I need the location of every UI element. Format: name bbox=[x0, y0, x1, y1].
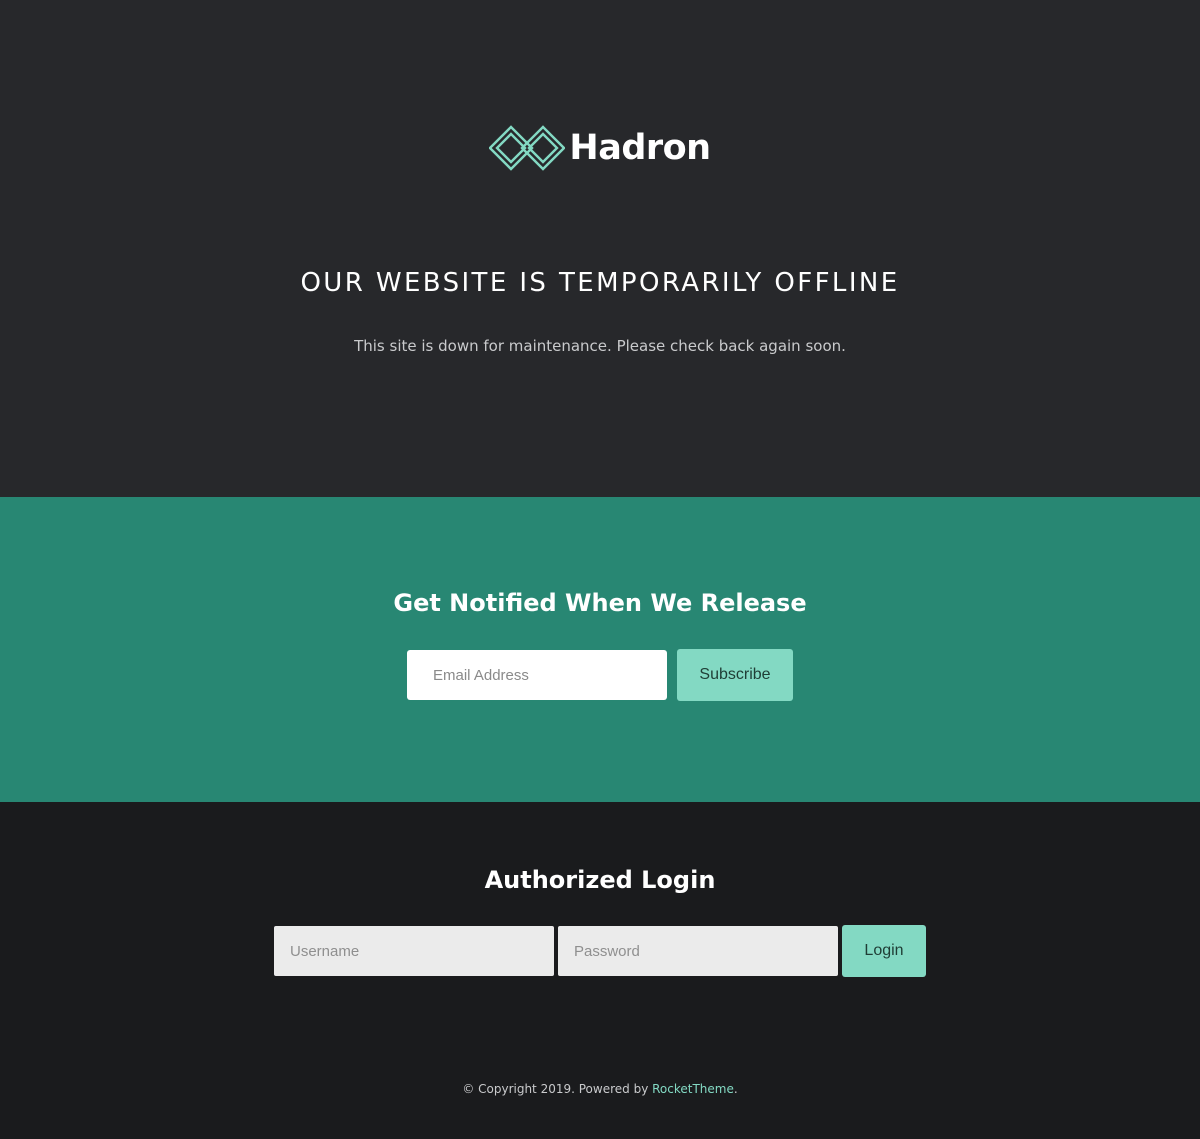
page-headline: OUR WEBSITE IS TEMPORARILY OFFLINE bbox=[300, 268, 900, 298]
subscribe-form: Subscribe bbox=[0, 649, 1200, 701]
username-input[interactable] bbox=[274, 926, 554, 976]
subscribe-button[interactable]: Subscribe bbox=[677, 649, 793, 701]
login-form: Login bbox=[0, 925, 1200, 977]
login-title: Authorized Login bbox=[484, 866, 716, 894]
maintenance-message: This site is down for maintenance. Pleas… bbox=[354, 337, 846, 355]
login-section: Authorized Login Login © Copyright 2019.… bbox=[0, 802, 1200, 1139]
rockettheme-link[interactable]: RocketTheme bbox=[652, 1082, 734, 1096]
notify-section: Get Notified When We Release Subscribe bbox=[0, 497, 1200, 802]
password-input[interactable] bbox=[558, 926, 838, 976]
notify-title: Get Notified When We Release bbox=[393, 589, 807, 617]
footer-copyright: © Copyright 2019. Powered by RocketTheme… bbox=[0, 1082, 1200, 1096]
login-button[interactable]: Login bbox=[842, 925, 926, 977]
copyright-text: © Copyright 2019. Powered by bbox=[462, 1082, 653, 1096]
infinity-diamond-logo-icon bbox=[489, 125, 566, 171]
brand-name: Hadron bbox=[569, 128, 711, 168]
hero-section: Hadron OUR WEBSITE IS TEMPORARILY OFFLIN… bbox=[0, 0, 1200, 497]
copyright-suffix: . bbox=[733, 1082, 738, 1096]
site-logo[interactable]: Hadron bbox=[0, 124, 1200, 172]
email-input[interactable] bbox=[407, 650, 667, 700]
